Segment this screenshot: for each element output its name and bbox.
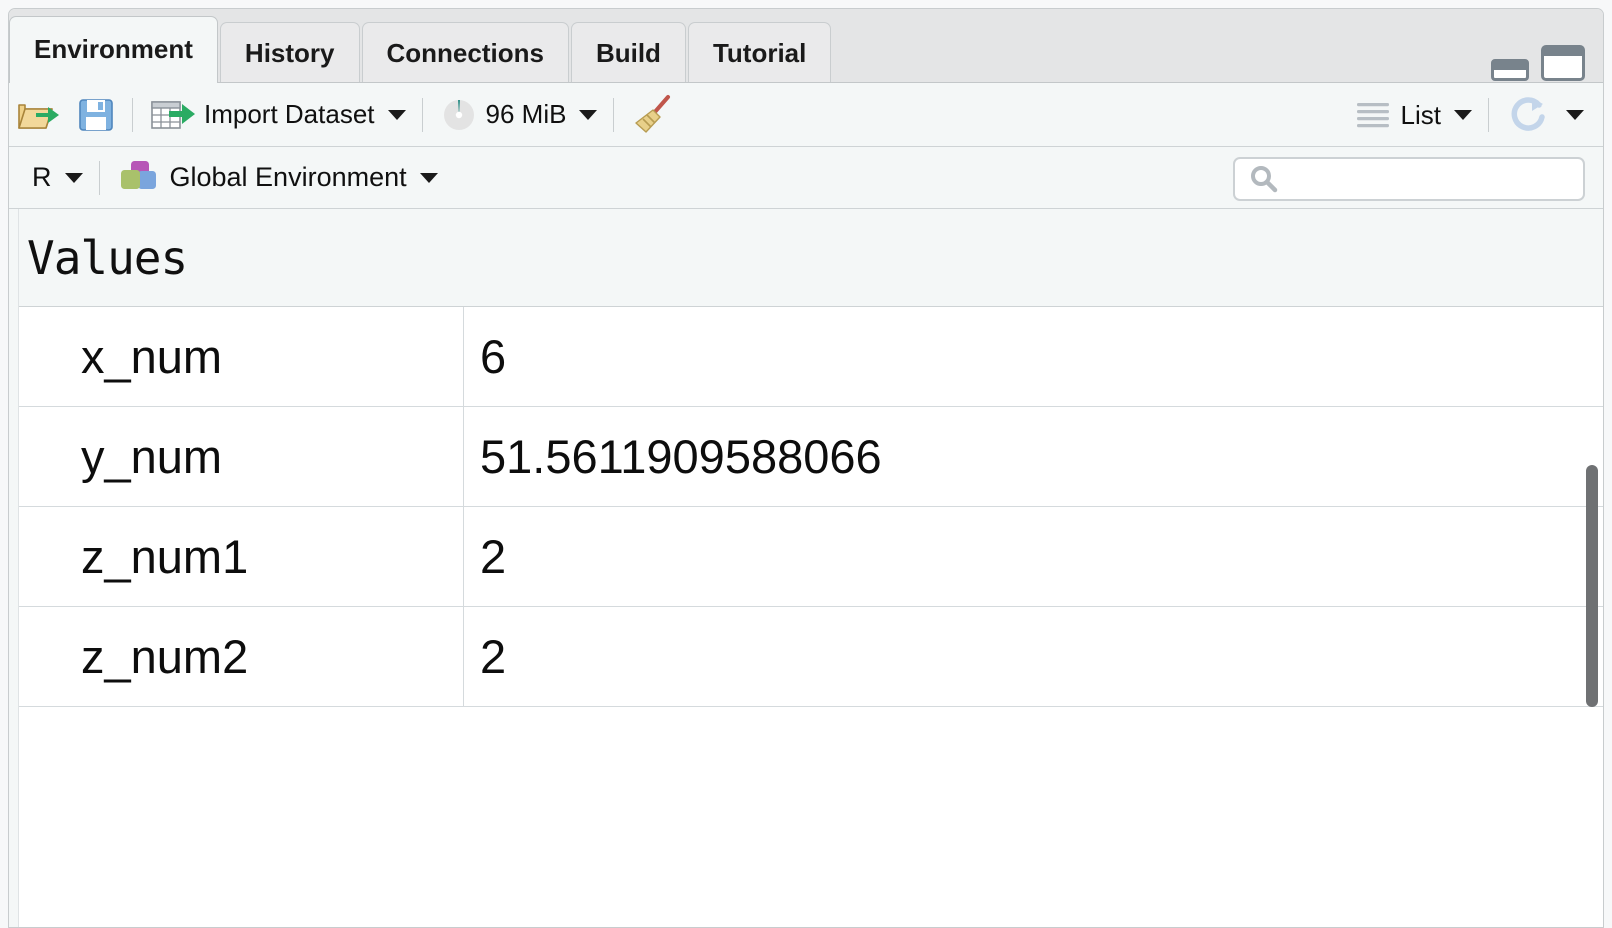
chevron-down-icon[interactable] — [64, 172, 83, 183]
tab-environment-label: Environment — [34, 34, 193, 64]
tab-tutorial-label: Tutorial — [712, 38, 807, 68]
scrollbar-thumb[interactable] — [1586, 465, 1598, 707]
object-value-cell: 6 — [464, 307, 1603, 406]
toolbar-separator-4 — [1488, 98, 1489, 132]
toolbar-separator-3 — [613, 97, 615, 132]
list-left-gutter — [9, 209, 19, 927]
environment-scope-bar: R Global Environment — [9, 147, 1603, 209]
environment-pane: Environment History Connections Build Tu… — [8, 8, 1604, 928]
object-name: x_num — [81, 330, 223, 383]
tab-build[interactable]: Build — [570, 22, 686, 82]
memory-gauge-icon — [443, 99, 474, 130]
open-folder-icon — [18, 103, 59, 129]
values-group-header: Values — [9, 209, 1603, 307]
chevron-down-icon[interactable] — [387, 109, 406, 120]
environment-object-list: Values x_num 6 y_num 51.5611909588066 z_… — [9, 209, 1603, 927]
tab-build-label: Build — [595, 38, 661, 68]
import-dataset-label: Import Dataset — [204, 99, 375, 129]
list-lines-icon — [1356, 103, 1389, 128]
broom-icon — [635, 94, 671, 133]
import-dataset-button[interactable]: Import Dataset — [142, 89, 413, 141]
refresh-button[interactable] — [1498, 89, 1591, 141]
tab-connections-label: Connections — [386, 38, 544, 68]
language-label: R — [32, 162, 52, 192]
clear-objects-button[interactable] — [623, 89, 683, 141]
view-mode-button[interactable]: List — [1347, 89, 1479, 141]
toolbar-right-group: List — [1347, 83, 1591, 147]
chevron-down-icon[interactable] — [419, 172, 438, 183]
window-controls — [1491, 45, 1585, 81]
scope-label: Global Environment — [169, 162, 407, 192]
save-disk-icon — [79, 98, 113, 131]
object-name: z_num1 — [81, 530, 249, 583]
object-name-cell: z_num2 — [9, 607, 464, 706]
save-workspace-button[interactable] — [69, 89, 123, 141]
object-value: 2 — [480, 630, 507, 683]
table-row[interactable]: z_num1 2 — [9, 507, 1603, 607]
object-value-cell: 51.5611909588066 — [464, 407, 1603, 506]
tab-connections[interactable]: Connections — [361, 22, 569, 82]
scope-separator — [98, 160, 100, 195]
object-value-cell: 2 — [464, 507, 1603, 606]
view-mode-label: List — [1400, 99, 1441, 130]
tab-history[interactable]: History — [219, 22, 360, 82]
object-name: z_num2 — [81, 630, 249, 683]
tab-tutorial[interactable]: Tutorial — [687, 22, 832, 82]
vertical-scrollbar[interactable] — [1584, 209, 1600, 927]
search-box[interactable] — [1233, 157, 1585, 201]
chevron-down-icon[interactable] — [1566, 110, 1584, 120]
chevron-down-icon[interactable] — [1454, 110, 1472, 120]
table-row[interactable]: x_num 6 — [9, 307, 1603, 407]
language-selector[interactable]: R — [25, 152, 90, 204]
toolbar-separator-2 — [421, 97, 423, 132]
environment-cubes-icon — [120, 160, 156, 189]
object-name-cell: z_num1 — [9, 507, 464, 606]
environment-toolbar: Import Dataset 96 MiB List — [9, 83, 1603, 147]
values-group-label: Values — [27, 230, 188, 285]
object-name-cell: y_num — [9, 407, 464, 506]
toolbar-separator-1 — [132, 97, 133, 132]
chevron-down-icon[interactable] — [579, 109, 598, 120]
load-workspace-button[interactable] — [9, 89, 69, 141]
pane-tab-bar: Environment History Connections Build Tu… — [9, 9, 1603, 83]
scope-selector[interactable]: Global Environment — [109, 152, 445, 204]
search-input[interactable] — [1289, 165, 1573, 193]
object-value: 51.5611909588066 — [480, 430, 882, 483]
tab-environment[interactable]: Environment — [9, 16, 218, 83]
search-icon — [1251, 166, 1278, 193]
tab-history-label: History — [244, 38, 335, 68]
table-row[interactable]: y_num 51.5611909588066 — [9, 407, 1603, 507]
maximize-pane-icon[interactable] — [1541, 45, 1585, 81]
object-value-cell: 2 — [464, 607, 1603, 706]
memory-usage-label: 96 MiB — [485, 99, 567, 129]
memory-usage-button[interactable]: 96 MiB — [432, 89, 605, 141]
object-name: y_num — [81, 430, 223, 483]
import-dataset-icon — [151, 100, 195, 129]
refresh-icon — [1511, 97, 1545, 131]
object-value: 2 — [480, 530, 507, 583]
table-row[interactable]: z_num2 2 — [9, 607, 1603, 707]
object-value: 6 — [480, 330, 507, 383]
object-name-cell: x_num — [9, 307, 464, 406]
minimize-pane-icon[interactable] — [1491, 59, 1529, 81]
tab-list: Environment History Connections Build Tu… — [9, 9, 833, 83]
